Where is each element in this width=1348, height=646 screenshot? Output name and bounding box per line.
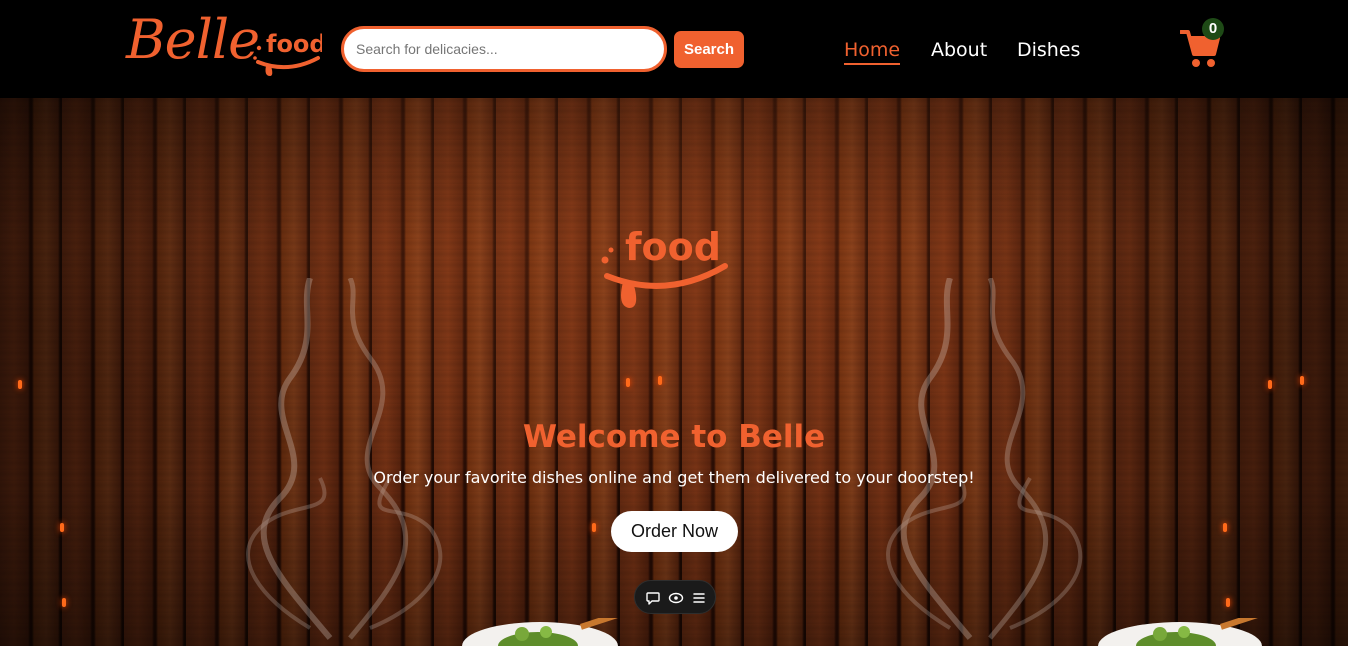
nav-link-dishes[interactable]: Dishes — [1017, 38, 1080, 62]
smoke-decoration — [246, 278, 443, 640]
eye-icon[interactable] — [668, 590, 684, 606]
wood-texture — [0, 98, 1348, 646]
cart-count-badge: 0 — [1202, 18, 1224, 40]
ember-decoration — [626, 378, 630, 387]
smoke-decoration — [886, 278, 1083, 640]
hero-section: food Welcome to Belle Order your favorit… — [0, 98, 1348, 646]
hero-logo-text: food — [625, 225, 721, 269]
ember-decoration — [1300, 376, 1304, 385]
navbar: Belle food Search Home About Dishes 0 — [0, 0, 1348, 98]
ember-decoration — [658, 376, 662, 385]
svg-text:food: food — [266, 30, 322, 58]
floating-toolbar — [634, 580, 716, 614]
ember-decoration — [1268, 380, 1272, 389]
comment-icon[interactable] — [645, 590, 661, 606]
brand-food-logo-icon: food — [253, 30, 322, 76]
menu-icon[interactable] — [691, 590, 707, 606]
hero-subtitle: Order your favorite dishes online and ge… — [373, 468, 975, 487]
nav-link-about[interactable]: About — [931, 38, 987, 62]
nav-link-home[interactable]: Home — [844, 38, 901, 65]
search-input[interactable] — [341, 26, 667, 72]
search-button[interactable]: Search — [674, 31, 744, 68]
hero-title: Welcome to Belle — [522, 419, 826, 455]
food-plate-image — [1098, 618, 1270, 646]
cart-button[interactable]: 0 — [1180, 18, 1226, 68]
ember-decoration — [62, 598, 66, 607]
ember-decoration — [18, 380, 22, 389]
food-plate-image — [462, 618, 626, 646]
brand-name: Belle — [126, 8, 260, 71]
ember-decoration — [1226, 598, 1230, 607]
brand-logo[interactable]: Belle food — [126, 6, 322, 76]
ember-decoration — [1223, 523, 1227, 532]
hero-food-logo-icon: food — [601, 225, 728, 308]
ember-decoration — [60, 523, 64, 532]
order-now-button[interactable]: Order Now — [611, 511, 738, 552]
ember-decoration — [592, 523, 596, 532]
